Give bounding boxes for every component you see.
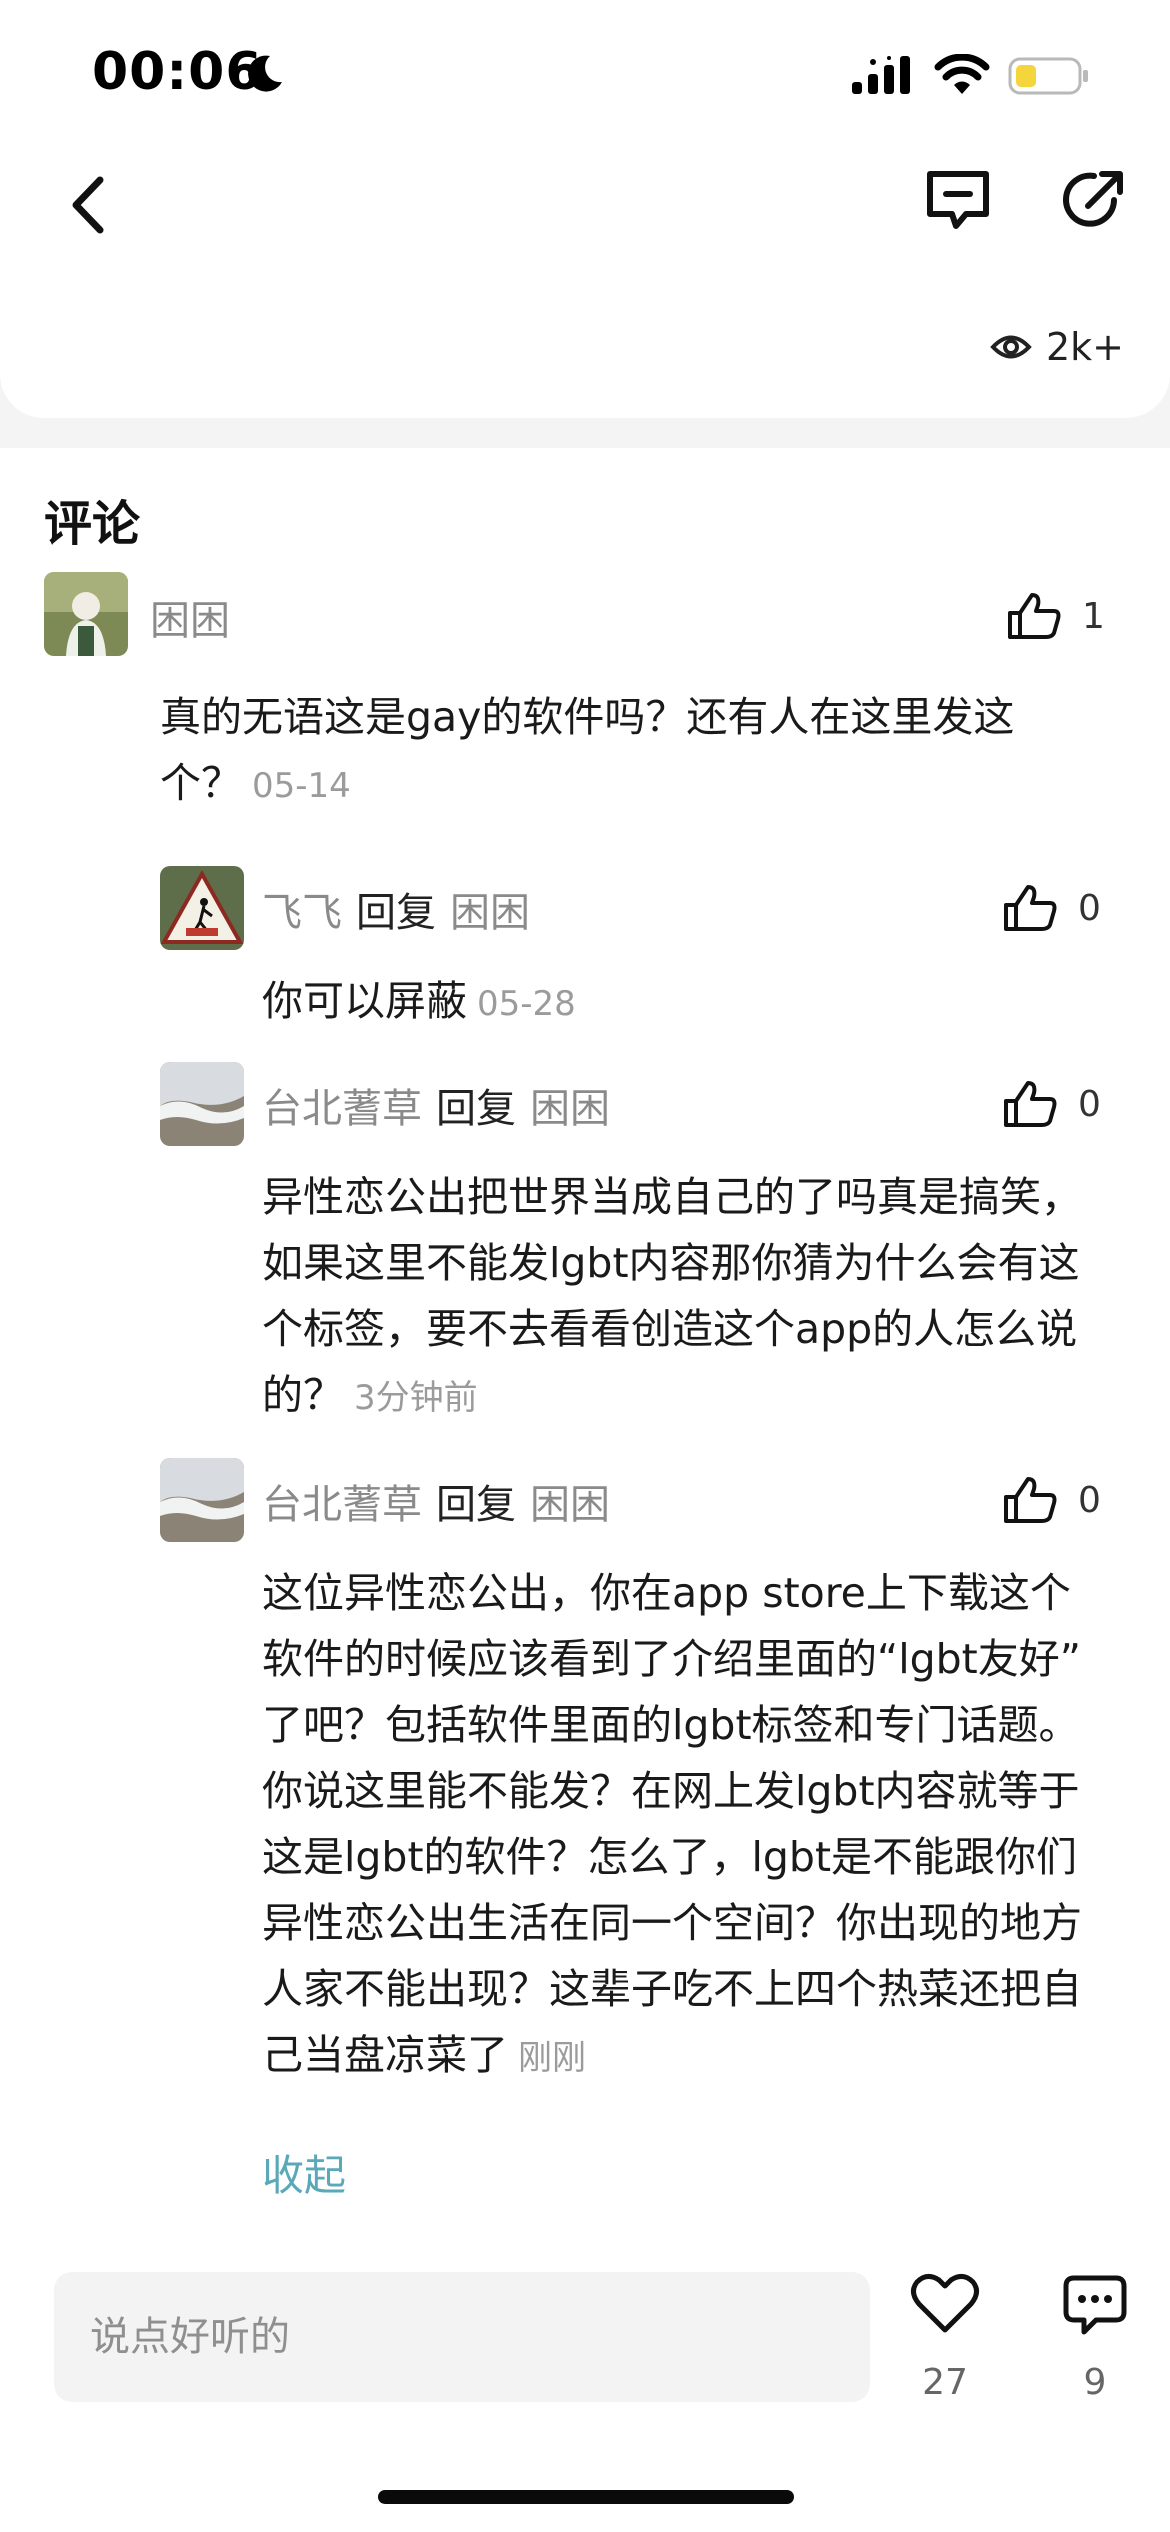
views-count: 2k+ (1045, 325, 1124, 369)
back-button[interactable] (60, 170, 120, 240)
reply-time: 05-28 (477, 984, 576, 1024)
battery-icon (1008, 57, 1088, 95)
reply-header: 台北蓍草 回复 困困 (262, 1472, 610, 1530)
reply-text: 异性恋公出把世界当成自己的了吗真是搞笑， 如果这里不能发lgbt内容那你猜为什么… (262, 1164, 1082, 1431)
reply-label: 回复 (436, 1086, 516, 1132)
reply-line: 这是lgbt的软件？怎么了，lgbt是不能跟你们 (262, 1833, 1078, 1881)
comment-post-count: 9 (1083, 2362, 1107, 2403)
wifi-icon (934, 54, 990, 94)
reply-label: 回复 (436, 1482, 516, 1528)
reply-author[interactable]: 台北蓍草 (262, 1482, 422, 1528)
like-count: 1 (1082, 595, 1105, 637)
reply-line: 己当盘凉菜了 (262, 2031, 508, 2079)
comment-line: 真的无语这是gay的软件吗？还有人在这里发这 (160, 693, 1015, 741)
reply-label: 回复 (356, 890, 436, 936)
top-card: 00:06 2k+ (0, 0, 1170, 418)
signal-icon (852, 56, 910, 94)
moon-icon (248, 55, 282, 92)
share-icon[interactable] (1058, 164, 1130, 236)
reply-time: 刚刚 (518, 2038, 586, 2078)
thumbs-up-icon (1004, 1081, 1057, 1127)
reply-author[interactable]: 飞飞 (262, 890, 342, 936)
reply-line: 如果这里不能发lgbt内容那你猜为什么会有这 (262, 1239, 1080, 1287)
status-time: 00:06 (92, 42, 263, 102)
eye-icon (990, 335, 1032, 359)
reply-text: 你可以屏蔽 05-28 (262, 968, 576, 1037)
collapse-replies-link[interactable]: 收起 (262, 2142, 346, 2203)
reply-line: 异性恋公出生活在同一个空间？你出现的地方 (262, 1899, 1082, 1947)
reply-to-user[interactable]: 困困 (530, 1482, 610, 1528)
reply-line: 个标签，要不去看看创造这个app的人怎么说 (262, 1305, 1078, 1353)
view-counter: 2k+ (990, 322, 1124, 372)
like-button[interactable]: 0 (1002, 880, 1101, 936)
heart-icon (911, 2274, 979, 2333)
reply-line: 人家不能出现？这辈子吃不上四个热菜还把自 (262, 1965, 1082, 2013)
comment-input[interactable]: 说点好听的 (54, 2272, 870, 2402)
avatar[interactable] (160, 1062, 244, 1146)
reply-to-user[interactable]: 困困 (450, 890, 530, 936)
like-button[interactable]: 0 (1002, 1076, 1101, 1132)
thumbs-up-icon (1004, 885, 1057, 931)
nav-bar (0, 150, 1170, 260)
like-post-count: 27 (922, 2362, 968, 2403)
reply-header: 台北蓍草 回复 困困 (262, 1076, 610, 1134)
like-button[interactable]: 1 (1006, 588, 1105, 644)
status-bar: 00:06 (0, 0, 1170, 150)
thumbs-up-icon (1008, 593, 1061, 639)
reply-line: 你可以屏蔽 (262, 977, 467, 1025)
reply-line: 软件的时候应该看到了介绍里面的“lgbt友好” (262, 1635, 1081, 1683)
reply-time: 3分钟前 (354, 1378, 478, 1418)
reply-line: 异性恋公出把世界当成自己的了吗真是搞笑， (262, 1173, 1082, 1221)
comment-text: 真的无语这是gay的软件吗？还有人在这里发这 个？ 05-14 (160, 684, 1014, 819)
reply-header: 飞飞 回复 困困 (262, 880, 530, 938)
thumbs-up-icon (1004, 1477, 1057, 1523)
reply-line: 你说这里能不能发？在网上发lgbt内容就等于 (262, 1767, 1080, 1815)
like-button[interactable]: 0 (1002, 1472, 1101, 1528)
avatar[interactable] (160, 1458, 244, 1542)
like-count: 0 (1078, 1479, 1101, 1521)
like-count: 0 (1078, 1083, 1101, 1125)
reply-to-user[interactable]: 困困 (530, 1086, 610, 1132)
like-count: 0 (1078, 887, 1101, 929)
message-icon[interactable] (922, 164, 994, 236)
reply-line: 了吧？包括软件里面的lgbt标签和专门话题。 (262, 1701, 1080, 1749)
avatar[interactable] (44, 572, 128, 656)
reply-line: 的？ (262, 1371, 344, 1419)
comment-author[interactable]: 困困 (150, 588, 230, 646)
comment-time: 05-14 (252, 766, 351, 806)
avatar[interactable] (160, 866, 244, 950)
like-post-button[interactable]: 27 (900, 2272, 990, 2403)
comment-post-button[interactable]: 9 (1050, 2272, 1140, 2403)
reply-text: 这位异性恋公出，你在app store上下载这个 软件的时候应该看到了介绍里面的… (262, 1560, 1082, 2091)
comment-bubble-icon (1063, 2275, 1127, 2335)
comments-panel: 评论 困困 1 真的无语这是gay的软件吗？还有人在这里发这 个？05-14 (0, 448, 1170, 2532)
home-indicator (378, 2490, 794, 2504)
reply-line: 这位异性恋公出，你在app store上下载这个 (262, 1569, 1071, 1617)
comments-title: 评论 (44, 496, 141, 552)
comment-line: 个？ (160, 759, 242, 807)
reply-author[interactable]: 台北蓍草 (262, 1086, 422, 1132)
